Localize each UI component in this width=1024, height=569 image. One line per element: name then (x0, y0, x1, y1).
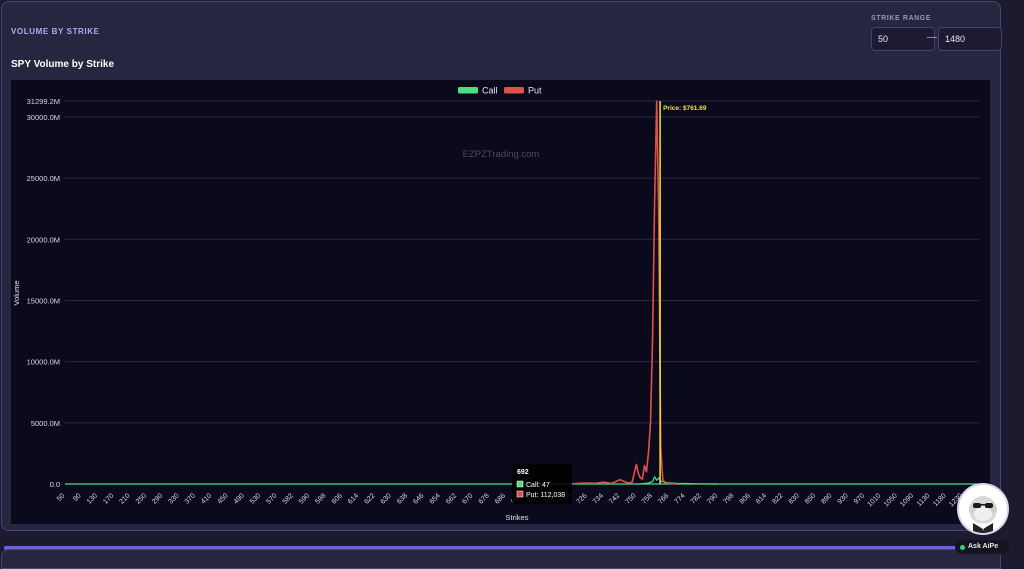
x-tick-label: 1180 (932, 492, 948, 508)
tooltip-put-swatch (516, 490, 524, 498)
tooltip-call-swatch (516, 480, 524, 488)
price-label: Price: $761.69 (663, 105, 707, 112)
tooltip-strike: 692 (517, 469, 529, 476)
section-title: VOLUME BY STRIKE (11, 27, 100, 36)
x-tick-label: 814 (755, 492, 768, 505)
x-tick-label: 130 (86, 492, 99, 505)
call-series-line[interactable] (636, 476, 718, 485)
y-axis-label: Volume (12, 280, 21, 305)
x-tick-label: 90 (72, 492, 83, 503)
x-tick-label: 490 (233, 492, 246, 505)
x-tick-label: 210 (118, 492, 131, 505)
x-tick-label: 1130 (916, 492, 932, 508)
tooltip-put: Put: 112,038 (526, 492, 565, 499)
x-tick-label: 734 (592, 492, 605, 505)
x-tick-label: 742 (608, 492, 621, 505)
x-tick-label: 830 (788, 492, 801, 505)
assistant-avatar[interactable] (957, 483, 1009, 535)
y-tick-label: 31299.2M (27, 97, 60, 106)
volume-chart[interactable]: 0.0 5000.0M 10000.0M 15000.0M 20000.0M 25000.… (11, 80, 990, 524)
x-tick-label: 1090 (899, 492, 915, 508)
legend-swatch-call[interactable] (458, 87, 478, 94)
legend-label-put[interactable]: Put (528, 86, 542, 96)
y-tick-label: 0.0 (50, 480, 60, 489)
x-tick-label: 678 (478, 492, 491, 505)
y-tick-label: 10000.0M (27, 358, 60, 367)
x-tick-label: 850 (804, 492, 817, 505)
x-tick-label: 686 (494, 492, 507, 505)
range-separator: — (927, 32, 937, 43)
x-tick-label: 450 (216, 492, 229, 505)
x-tick-label: 766 (657, 492, 670, 505)
y-tick-label: 15000.0M (27, 296, 60, 305)
x-tick-label: 170 (102, 492, 115, 505)
x-tick-label: 370 (184, 492, 197, 505)
x-tick-label: 970 (853, 492, 866, 505)
legend-label-call[interactable]: Call (482, 86, 498, 96)
x-tick-label: 570 (265, 492, 278, 505)
chart-area: 0.0 5000.0M 10000.0M 15000.0M 20000.0M 25000.… (11, 80, 990, 524)
x-tick-label: 806 (739, 492, 752, 505)
x-tick-label: 750 (624, 492, 637, 505)
x-axis-label: Strikes (506, 513, 529, 522)
x-tick-label: 822 (771, 492, 784, 505)
x-tick-label: 798 (722, 492, 735, 505)
y-tick-label: 20000.0M (27, 235, 60, 244)
ask-aipe-button[interactable]: Ask AiPe (955, 540, 1009, 554)
watermark: EZPZTrading.com (463, 149, 540, 160)
chart-title: SPY Volume by Strike (11, 59, 115, 70)
ask-aipe-label: Ask AiPe (968, 543, 999, 550)
tooltip-call: Call: 47 (526, 482, 550, 489)
x-tick-label: 50 (56, 492, 67, 503)
x-tick-label: 250 (135, 492, 148, 505)
x-tick-label: 758 (641, 492, 654, 505)
x-tick-label: 410 (200, 492, 213, 505)
legend-swatch-put[interactable] (504, 87, 524, 94)
ape-icon (969, 496, 997, 533)
x-tick-label: 606 (331, 492, 344, 505)
x-tick-label: 638 (396, 492, 409, 505)
x-tick-label: 646 (412, 492, 425, 505)
online-status-icon (960, 544, 965, 550)
x-tick-label: 598 (314, 492, 327, 505)
strike-min-input[interactable]: 50 (871, 27, 935, 51)
y-tick-label: 25000.0M (27, 174, 60, 183)
strike-max-input[interactable]: 1480 (938, 27, 1002, 51)
x-tick-label: 890 (820, 492, 833, 505)
strike-range-label: STRIKE RANGE (871, 15, 932, 22)
x-tick-label: 630 (380, 492, 393, 505)
x-tick-label: 1010 (867, 492, 883, 508)
next-panel (1, 549, 1001, 569)
x-tick-label: 614 (347, 492, 360, 505)
x-tick-label: 290 (151, 492, 164, 505)
x-tick-label: 582 (282, 492, 295, 505)
x-tick-label: 930 (837, 492, 850, 505)
x-tick-label: 790 (706, 492, 719, 505)
x-tick-label: 782 (690, 492, 703, 505)
y-tick-label: 5000.0M (31, 419, 60, 428)
x-tick-label: 590 (298, 492, 311, 505)
x-tick-label: 530 (249, 492, 262, 505)
x-tick-label: 670 (461, 492, 474, 505)
x-tick-label: 726 (575, 492, 588, 505)
x-tick-label: 774 (673, 492, 686, 505)
x-tick-label: 622 (363, 492, 376, 505)
x-tick-label: 662 (445, 492, 458, 505)
x-tick-label: 654 (429, 492, 442, 505)
x-tick-label: 1050 (883, 492, 899, 508)
x-tick-label: 330 (167, 492, 180, 505)
y-tick-label: 30000.0M (27, 113, 60, 122)
